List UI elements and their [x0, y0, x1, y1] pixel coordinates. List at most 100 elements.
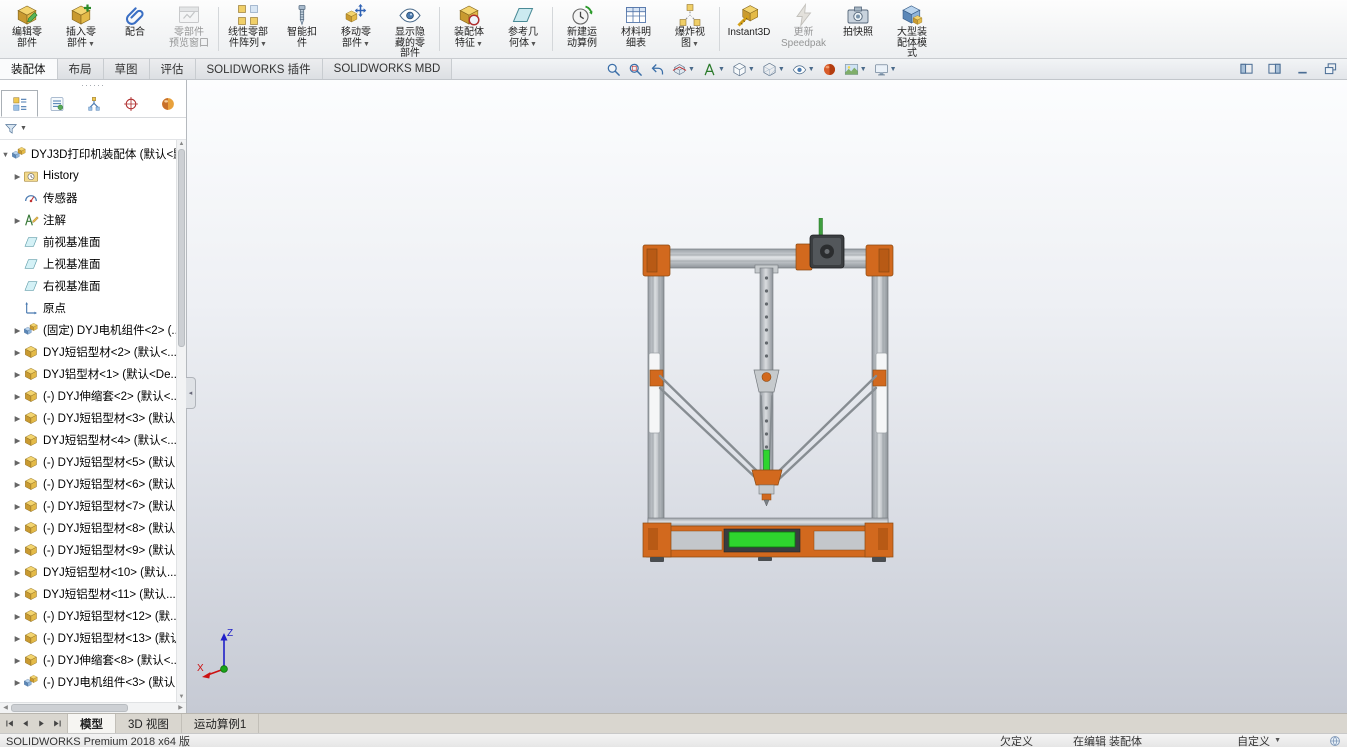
expand-caret-icon[interactable]: ▶ [12, 370, 23, 379]
ribbon-button-assembly-features[interactable]: 装配体 特征▼ [442, 0, 496, 58]
dropdown-caret-icon[interactable]: ▼ [718, 66, 725, 73]
dropdown-caret-icon[interactable]: ▼ [688, 66, 695, 73]
document-tab-model[interactable]: 模型 [68, 714, 116, 733]
expand-caret-icon[interactable]: ▶ [12, 348, 23, 357]
manager-tab-propertymanager[interactable] [38, 90, 75, 117]
expand-caret-icon[interactable]: ▶ [12, 568, 23, 577]
tree-item[interactable]: ▶ DYJ铝型材<1> (默认<De... [0, 363, 177, 385]
command-tab-sketch[interactable]: 草图 [103, 59, 150, 79]
tree-item[interactable]: ▶ (-) DYJ伸缩套<8> (默认<... [0, 649, 177, 671]
expand-caret-icon[interactable]: ▶ [12, 480, 23, 489]
dropdown-caret-icon[interactable]: ▼ [530, 41, 537, 48]
scroll-up-arrow[interactable]: ▲ [177, 140, 186, 149]
status-corner-icon[interactable] [1329, 735, 1341, 747]
tree-item[interactable]: ▶ History [0, 165, 177, 187]
expand-caret-icon[interactable]: ▶ [12, 172, 23, 181]
panel-splitter-handle[interactable]: ◂ [186, 377, 196, 409]
headsup-edit-appearance[interactable] [820, 61, 839, 78]
manager-tab-dimxpertmanager[interactable] [112, 90, 149, 117]
expand-caret-icon[interactable]: ▶ [12, 216, 23, 225]
scroll-thumb[interactable] [178, 149, 185, 347]
ribbon-button-instant3d[interactable]: Instant3D [722, 0, 776, 58]
float-pane-button[interactable] [1324, 62, 1337, 75]
expand-caret-icon[interactable]: ▶ [12, 524, 23, 533]
ribbon-button-exploded-view[interactable]: 爆炸视 图▼ [663, 0, 717, 58]
first-tab-button[interactable] [2, 716, 17, 731]
expand-caret-icon[interactable]: ▶ [12, 326, 23, 335]
tree-item[interactable]: ▶ DYJ短铝型材<11> (默认... [0, 583, 177, 605]
command-tab-assembly[interactable]: 装配体 [0, 59, 58, 79]
dropdown-caret-icon[interactable]: ▼ [748, 66, 755, 73]
collapse-left-pane-button[interactable] [1240, 62, 1253, 75]
filter-dropdown-caret[interactable]: ▼ [20, 125, 27, 132]
manager-tab-displaymanager[interactable] [149, 90, 186, 117]
ribbon-button-mate[interactable]: 配合 [108, 0, 162, 58]
command-tab-evaluate[interactable]: 评估 [149, 59, 196, 79]
tree-item[interactable]: ▶ DYJ短铝型材<10> (默认... [0, 561, 177, 583]
expand-caret-icon[interactable]: ▶ [12, 612, 23, 621]
scroll-right-arrow[interactable]: ▶ [175, 703, 186, 713]
panel-resize-grip[interactable]: ······ [0, 80, 186, 90]
document-tab-motion-study-1[interactable]: 运动算例1 [182, 714, 260, 733]
expand-caret-icon[interactable]: ▶ [12, 392, 23, 401]
tree-item[interactable]: ▶ (-) DYJ伸缩套<2> (默认<... [0, 385, 177, 407]
previous-tab-button[interactable] [18, 716, 33, 731]
tree-item[interactable]: ▶ (固定) DYJ电机组件<2> (... [0, 319, 177, 341]
ribbon-button-large-assembly-mode[interactable]: 大型装 配体模 式 [885, 0, 939, 58]
command-tab-sw-addins[interactable]: SOLIDWORKS 插件 [195, 59, 323, 79]
graphics-viewport[interactable]: Z X [187, 80, 1347, 713]
expand-caret-icon[interactable]: ▼ [0, 150, 11, 159]
tree-item[interactable]: ▶ DYJ短铝型材<2> (默认<... [0, 341, 177, 363]
ribbon-button-move-component[interactable]: 移动零 部件▼ [329, 0, 383, 58]
tree-item[interactable]: ▶ (-) DYJ短铝型材<3> (默认... [0, 407, 177, 429]
ribbon-button-new-motion-study[interactable]: 新建运 动算例 [555, 0, 609, 58]
next-tab-button[interactable] [34, 716, 49, 731]
tree-item[interactable]: ▶ (-) DYJ短铝型材<9> (默认... [0, 539, 177, 561]
command-tab-layout[interactable]: 布局 [57, 59, 104, 79]
command-tab-sw-mbd[interactable]: SOLIDWORKS MBD [322, 59, 453, 79]
tree-item[interactable]: ▶ DYJ短铝型材<4> (默认<... [0, 429, 177, 451]
ribbon-button-update-speedpak[interactable]: 更新 Speedpak [776, 0, 831, 58]
expand-caret-icon[interactable]: ▶ [12, 634, 23, 643]
scroll-left-arrow[interactable]: ◀ [0, 703, 11, 713]
ribbon-button-bill-of-materials[interactable]: 材料明 细表 [609, 0, 663, 58]
manager-tab-configurationmanager[interactable] [75, 90, 112, 117]
headsup-view-orientation[interactable]: ▼ [730, 61, 757, 78]
tree-item[interactable]: ▶ (-) DYJ短铝型材<6> (默认... [0, 473, 177, 495]
dropdown-caret-icon[interactable]: ▼ [692, 41, 699, 48]
tree-item[interactable]: ▶ (-) DYJ短铝型材<12> (默... [0, 605, 177, 627]
headsup-display-style[interactable]: ▼ [760, 61, 787, 78]
headsup-section-view[interactable]: ▼ [670, 61, 697, 78]
customize-caret-icon[interactable]: ▼ [1274, 737, 1281, 744]
ribbon-button-linear-component-pattern[interactable]: 线性零部 件阵列▼ [221, 0, 275, 58]
headsup-zoom-to-area[interactable] [626, 61, 645, 78]
tree-vertical-scrollbar[interactable]: ▲ ▼ [176, 140, 186, 702]
ribbon-button-reference-geometry[interactable]: 参考几 何体▼ [496, 0, 550, 58]
tree-item[interactable]: 前视基准面 [0, 231, 177, 253]
tree-item[interactable]: ▶ (-) DYJ电机组件<3> (默认... [0, 671, 177, 693]
dropdown-caret-icon[interactable]: ▼ [808, 66, 815, 73]
document-tab-3d-views[interactable]: 3D 视图 [116, 714, 182, 733]
ribbon-button-take-snapshot[interactable]: 拍快照 [831, 0, 885, 58]
expand-caret-icon[interactable]: ▶ [12, 678, 23, 687]
scroll-down-arrow[interactable]: ▼ [177, 693, 186, 702]
status-customize[interactable]: 自定义 [1237, 734, 1270, 747]
dropdown-caret-icon[interactable]: ▼ [778, 66, 785, 73]
dropdown-caret-icon[interactable]: ▼ [260, 41, 267, 48]
tree-item[interactable]: ▶ (-) DYJ短铝型材<7> (默认... [0, 495, 177, 517]
printer-3d-model[interactable] [638, 218, 898, 573]
expand-caret-icon[interactable]: ▶ [12, 656, 23, 665]
tree-item[interactable]: 上视基准面 [0, 253, 177, 275]
tree-item[interactable]: 原点 [0, 297, 177, 319]
ribbon-button-insert-component[interactable]: 插入零 部件▼ [54, 0, 108, 58]
last-tab-button[interactable] [50, 716, 65, 731]
manager-tab-featuremanager[interactable] [1, 90, 38, 117]
headsup-dynamic-annotation-views[interactable]: ▼ [700, 61, 727, 78]
hscroll-track[interactable] [11, 703, 175, 713]
tree-item[interactable]: 右视基准面 [0, 275, 177, 297]
expand-caret-icon[interactable]: ▶ [12, 458, 23, 467]
tree-item[interactable]: ▶ (-) DYJ短铝型材<8> (默认... [0, 517, 177, 539]
headsup-view-settings[interactable]: ▼ [872, 61, 899, 78]
expand-caret-icon[interactable]: ▶ [12, 502, 23, 511]
ribbon-button-component-preview-window[interactable]: 零部件 预览窗口 [162, 0, 216, 58]
